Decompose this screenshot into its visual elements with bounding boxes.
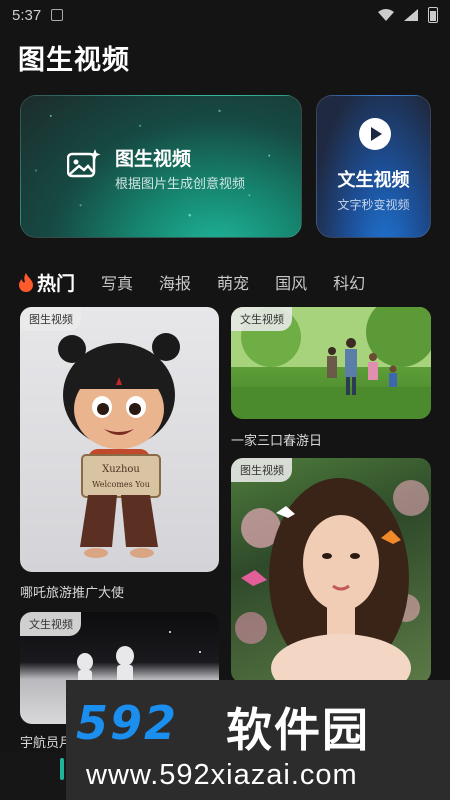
sign-text-1: Xuzhou — [102, 464, 140, 475]
sim-icon — [51, 9, 64, 21]
sign-text-2: Welcomes You — [92, 480, 150, 489]
status-icons — [378, 7, 438, 23]
tab-pets[interactable]: 萌宠 — [217, 270, 249, 294]
image-to-video-card[interactable]: 图生视频 根据图片生成创意视频 — [20, 95, 302, 238]
nezha-image: Xuzhou Welcomes You — [58, 333, 180, 558]
tile-caption: 一家三口春游日 — [231, 434, 323, 449]
tab-poster[interactable]: 海报 — [159, 270, 191, 294]
page-title: 图生视频 — [18, 45, 130, 76]
card-title: 文生视频 — [337, 170, 410, 191]
battery-icon — [428, 7, 438, 23]
bottom-nav-fragment — [0, 752, 66, 800]
tile-tag: 文生视频 — [231, 307, 292, 331]
card-subtitle: 文字秒变视频 — [337, 198, 410, 212]
watermark-url: www.592xiazai.com — [86, 759, 358, 791]
tile-tag: 文生视频 — [20, 612, 81, 636]
tab-portrait[interactable]: 写真 — [101, 270, 133, 294]
status-time: 5:37 — [12, 6, 42, 24]
image-sparkle-icon — [67, 149, 101, 178]
tile-caption: 哪吒旅游推广大使 — [20, 586, 125, 601]
template-tile[interactable]: 图生视频 — [231, 458, 431, 683]
card-title: 图生视频 — [115, 148, 192, 170]
text-to-video-card[interactable]: 文生视频 文字秒变视频 — [316, 95, 431, 238]
tile-caption: 宇航员月 — [20, 736, 73, 751]
wifi-icon — [378, 9, 394, 21]
watermark-name: 软件园 — [226, 703, 370, 757]
tab-scifi[interactable]: 科幻 — [333, 270, 365, 294]
tile-tag: 图生视频 — [20, 307, 81, 331]
tile-tag: 图生视频 — [231, 458, 292, 482]
card-subtitle: 根据图片生成创意视频 — [115, 177, 246, 192]
tab-guofeng[interactable]: 国风 — [275, 270, 307, 294]
watermark-logo: 592 — [76, 696, 179, 750]
tab-label: 热门 — [37, 272, 76, 295]
signal-icon — [404, 9, 418, 21]
fire-icon — [19, 272, 33, 292]
template-tile[interactable]: 图生视频 Xuzhou Welcomes You — [20, 307, 219, 572]
tab-hot[interactable]: 热门 — [18, 269, 75, 296]
category-tabs: 热门 写真 海报 萌宠 国风 科幻 — [18, 268, 391, 296]
template-tile[interactable]: 文生视频 — [231, 307, 431, 419]
watermark-banner: 592 软件园 www.592xiazai.com — [66, 680, 450, 800]
portrait-image — [235, 478, 429, 683]
play-icon — [359, 118, 391, 150]
status-bar: 5:37 — [0, 0, 450, 30]
